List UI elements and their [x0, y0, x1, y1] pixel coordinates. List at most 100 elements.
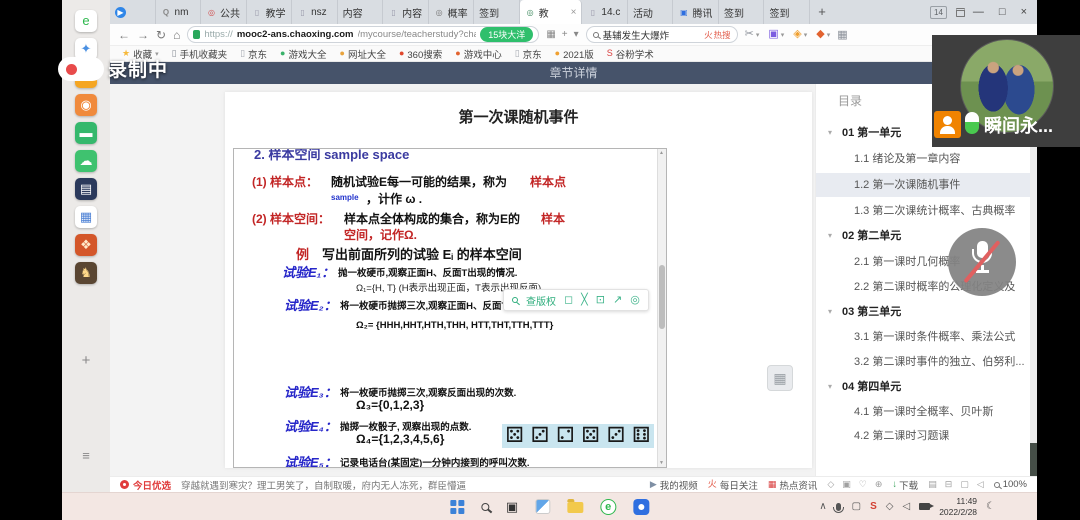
extension-button[interactable]: ◈ ▾ — [793, 29, 807, 40]
start-button[interactable] — [450, 500, 464, 514]
microphone-muted-button[interactable] — [948, 228, 1016, 296]
extension-button[interactable]: ✂ ▾ — [745, 29, 760, 40]
browser-tab[interactable]: 内容 × — [338, 0, 384, 24]
scrollbar-thumb[interactable] — [659, 265, 665, 329]
browser-app-icon[interactable]: e — [600, 499, 616, 515]
favorite-item[interactable]: ▯ 京东 — [240, 47, 267, 61]
browser-tab[interactable]: ▯ 内容 × — [383, 0, 429, 24]
favorite-item[interactable]: ● 2021版 — [555, 47, 594, 61]
desktop-app-icon[interactable]: ▤ — [75, 178, 97, 200]
browser-tab[interactable]: 签到 × — [474, 0, 520, 24]
status-tool-icon[interactable]: ⊕ — [875, 479, 883, 490]
viewer-tool-icon[interactable]: ⊡ — [596, 295, 605, 306]
network-icon[interactable]: ◇ — [886, 501, 894, 512]
file-explorer-icon[interactable] — [567, 502, 583, 513]
chapter-item[interactable]: 4.1 第一课时全概率、贝叶斯 — [816, 400, 1037, 424]
dock-add-icon[interactable]: + — [62, 352, 110, 369]
closed-tabs-bin-icon[interactable] — [956, 8, 965, 17]
desktop-app-icon[interactable]: ▬ — [75, 122, 97, 144]
favorite-item[interactable]: ▯ 手机收藏夹 — [172, 47, 227, 61]
widgets-icon[interactable] — [535, 499, 550, 514]
tray-expand-icon[interactable]: ∧ — [819, 501, 826, 512]
extension-button[interactable]: ▣ ▾ — [768, 29, 784, 40]
collapse-caret-icon[interactable] — [828, 300, 832, 324]
tab-close-icon[interactable]: × — [571, 7, 577, 18]
copyright-button[interactable]: 查版权 — [526, 293, 556, 308]
status-tool-icon[interactable]: ◇ — [827, 479, 834, 490]
browser-tab[interactable]: 活动 × — [628, 0, 674, 24]
desktop-app-icon[interactable]: e — [75, 10, 97, 32]
tab-count-badge[interactable]: 14 — [930, 6, 947, 19]
status-tool-icon[interactable]: ⊟ — [945, 479, 953, 490]
browser-tab[interactable]: ▯ nsz × — [292, 0, 338, 24]
meeting-app-icon[interactable] — [633, 499, 649, 515]
chapter-item[interactable]: 04 第四单元 — [816, 375, 1037, 399]
favorite-item[interactable]: ● 游戏中心 — [455, 47, 501, 61]
address-bar[interactable]: https://mooc2-ans.chaoxing.com/mycourse/… — [187, 26, 539, 43]
chapter-item[interactable]: 03 第三单元 — [816, 300, 1037, 324]
ticker-brand[interactable]: 今日优选 — [120, 478, 171, 492]
chapter-item[interactable]: 3.2 第二课时事件的独立、伯努利... — [816, 350, 1037, 374]
favorite-item[interactable]: S 谷粉学术 — [607, 47, 654, 61]
search-box[interactable]: 基辅发生大爆炸 火热搜 — [586, 26, 738, 43]
copyright-search-icon[interactable] — [512, 297, 518, 303]
maximize-button[interactable]: □ — [999, 6, 1006, 18]
status-tool-icon[interactable]: ▢ — [960, 479, 969, 490]
task-view-icon[interactable]: ▣ — [506, 500, 518, 513]
desktop-app-icon[interactable]: ♞ — [75, 262, 97, 284]
viewer-tool-icon[interactable]: ◎ — [630, 295, 640, 306]
chapter-item[interactable]: 4.2 第二课时习题课 — [816, 424, 1037, 448]
tray-s-app-icon[interactable]: S — [870, 501, 877, 512]
chapter-item[interactable]: 1.3 第二次课统计概率、古典概率 — [816, 199, 1037, 223]
browser-tab[interactable]: ◎ 概率 × — [429, 0, 475, 24]
camera-recording-icon[interactable] — [919, 503, 930, 510]
refresh-button[interactable]: ↻ — [156, 29, 166, 41]
minimize-button[interactable]: — — [973, 6, 984, 18]
chapter-item[interactable]: 1.2 第一次课随机事件 — [816, 173, 1037, 197]
dropdown-caret-icon[interactable]: ▾ — [574, 29, 579, 40]
browser-tab[interactable]: 签到 × — [719, 0, 765, 24]
dock-menu-icon[interactable]: ≡ — [62, 448, 110, 463]
ticker-headline[interactable]: 穿越就遇到寒灾？理工男笑了，自制取暖，府内无人冻死，群臣懵逼 — [181, 478, 466, 492]
status-bar-link[interactable]: 火 每日关注 — [708, 478, 758, 492]
widget-grid-handle[interactable]: ▦ — [767, 365, 793, 391]
browser-tab[interactable]: ◎ 公共 × — [201, 0, 247, 24]
favorite-item[interactable]: ● 360搜索 — [399, 47, 442, 61]
desktop-app-icon[interactable]: ☁ — [75, 150, 97, 172]
collapse-caret-icon[interactable] — [828, 121, 832, 145]
clock[interactable]: 11:49 2022/2/28 — [939, 496, 977, 517]
taskbar-search-icon[interactable] — [481, 503, 489, 511]
bookmark-add-icon[interactable]: + — [562, 29, 568, 40]
viewer-tool-icon[interactable]: ╳ — [581, 295, 588, 306]
zoom-control[interactable]: 100% — [994, 479, 1027, 490]
browser-tab[interactable]: ▣ 腾讯 × — [673, 0, 719, 24]
favorite-item[interactable]: ● 游戏大全 — [280, 47, 326, 61]
tray-microphone-icon[interactable] — [836, 503, 841, 511]
browser-tab[interactable]: Q nm × — [156, 0, 202, 24]
chapter-item[interactable]: 1.1 绪论及第一章内容 — [816, 147, 1037, 171]
status-tool-icon[interactable]: ▣ — [842, 479, 851, 490]
reader-mode-icon[interactable]: ▦ — [546, 29, 555, 40]
collapse-caret-icon[interactable] — [828, 375, 832, 399]
close-button[interactable]: × — [1021, 6, 1027, 18]
status-tool-icon[interactable]: ♡ — [859, 479, 867, 490]
browser-tab[interactable]: 签到 × — [764, 0, 810, 24]
viewer-tool-icon[interactable]: ◻ — [564, 295, 573, 306]
chapter-item[interactable]: 3.1 第一课时条件概率、乘法公式 — [816, 325, 1037, 349]
new-tab-button[interactable]: + — [810, 0, 834, 24]
document-scrollbar[interactable] — [657, 149, 666, 467]
status-bar-link[interactable]: ▶ 我的视频 — [650, 478, 698, 492]
status-tool-icon[interactable]: ▤ — [928, 479, 937, 490]
browser-tab[interactable]: ▯ 14.c × — [582, 0, 628, 24]
status-bar-link[interactable]: ▦ 热点资讯 — [768, 478, 818, 492]
volume-icon[interactable]: ◁ — [903, 501, 911, 512]
browser-tab[interactable]: ▶ × — [110, 0, 156, 24]
apps-grid-icon[interactable]: ▦ — [837, 28, 847, 41]
notification-moon-icon[interactable]: ☾ — [986, 501, 995, 512]
forward-button[interactable]: → — [137, 29, 149, 41]
extension-button[interactable]: ◆ ▾ — [816, 29, 830, 40]
desktop-app-icon[interactable]: ▦ — [75, 206, 97, 228]
participant-mic-icon[interactable] — [965, 112, 979, 134]
desktop-app-icon[interactable]: ❖ — [75, 234, 97, 256]
status-tool-icon[interactable]: ◁ — [977, 479, 984, 490]
